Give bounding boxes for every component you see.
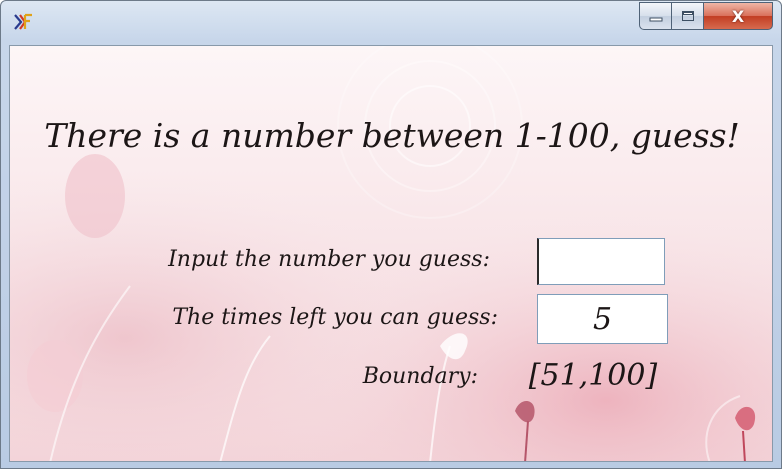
guess-input-label: Input the number you guess:: [168, 247, 490, 272]
game-panel: There is a number between 1-100, guess! …: [9, 45, 773, 462]
minimize-button[interactable]: [639, 2, 671, 30]
guess-input[interactable]: [537, 238, 665, 285]
app-logo-icon: [12, 11, 34, 33]
title-bar[interactable]: X: [1, 1, 781, 45]
maximize-icon: [681, 7, 695, 26]
close-icon: X: [731, 6, 745, 26]
close-button[interactable]: X: [703, 2, 773, 30]
times-left-field: 5: [537, 294, 668, 344]
boundary-value: [51,100]: [528, 358, 658, 393]
game-window: X There is a number between 1-100, guess…: [0, 0, 782, 469]
times-left-label: The times left you can guess:: [172, 305, 498, 330]
minimize-icon: [649, 7, 663, 26]
maximize-button[interactable]: [671, 2, 703, 30]
boundary-label: Boundary:: [362, 364, 478, 389]
headline-text: There is a number between 1-100, guess!: [44, 116, 740, 155]
window-controls: X: [639, 2, 773, 32]
